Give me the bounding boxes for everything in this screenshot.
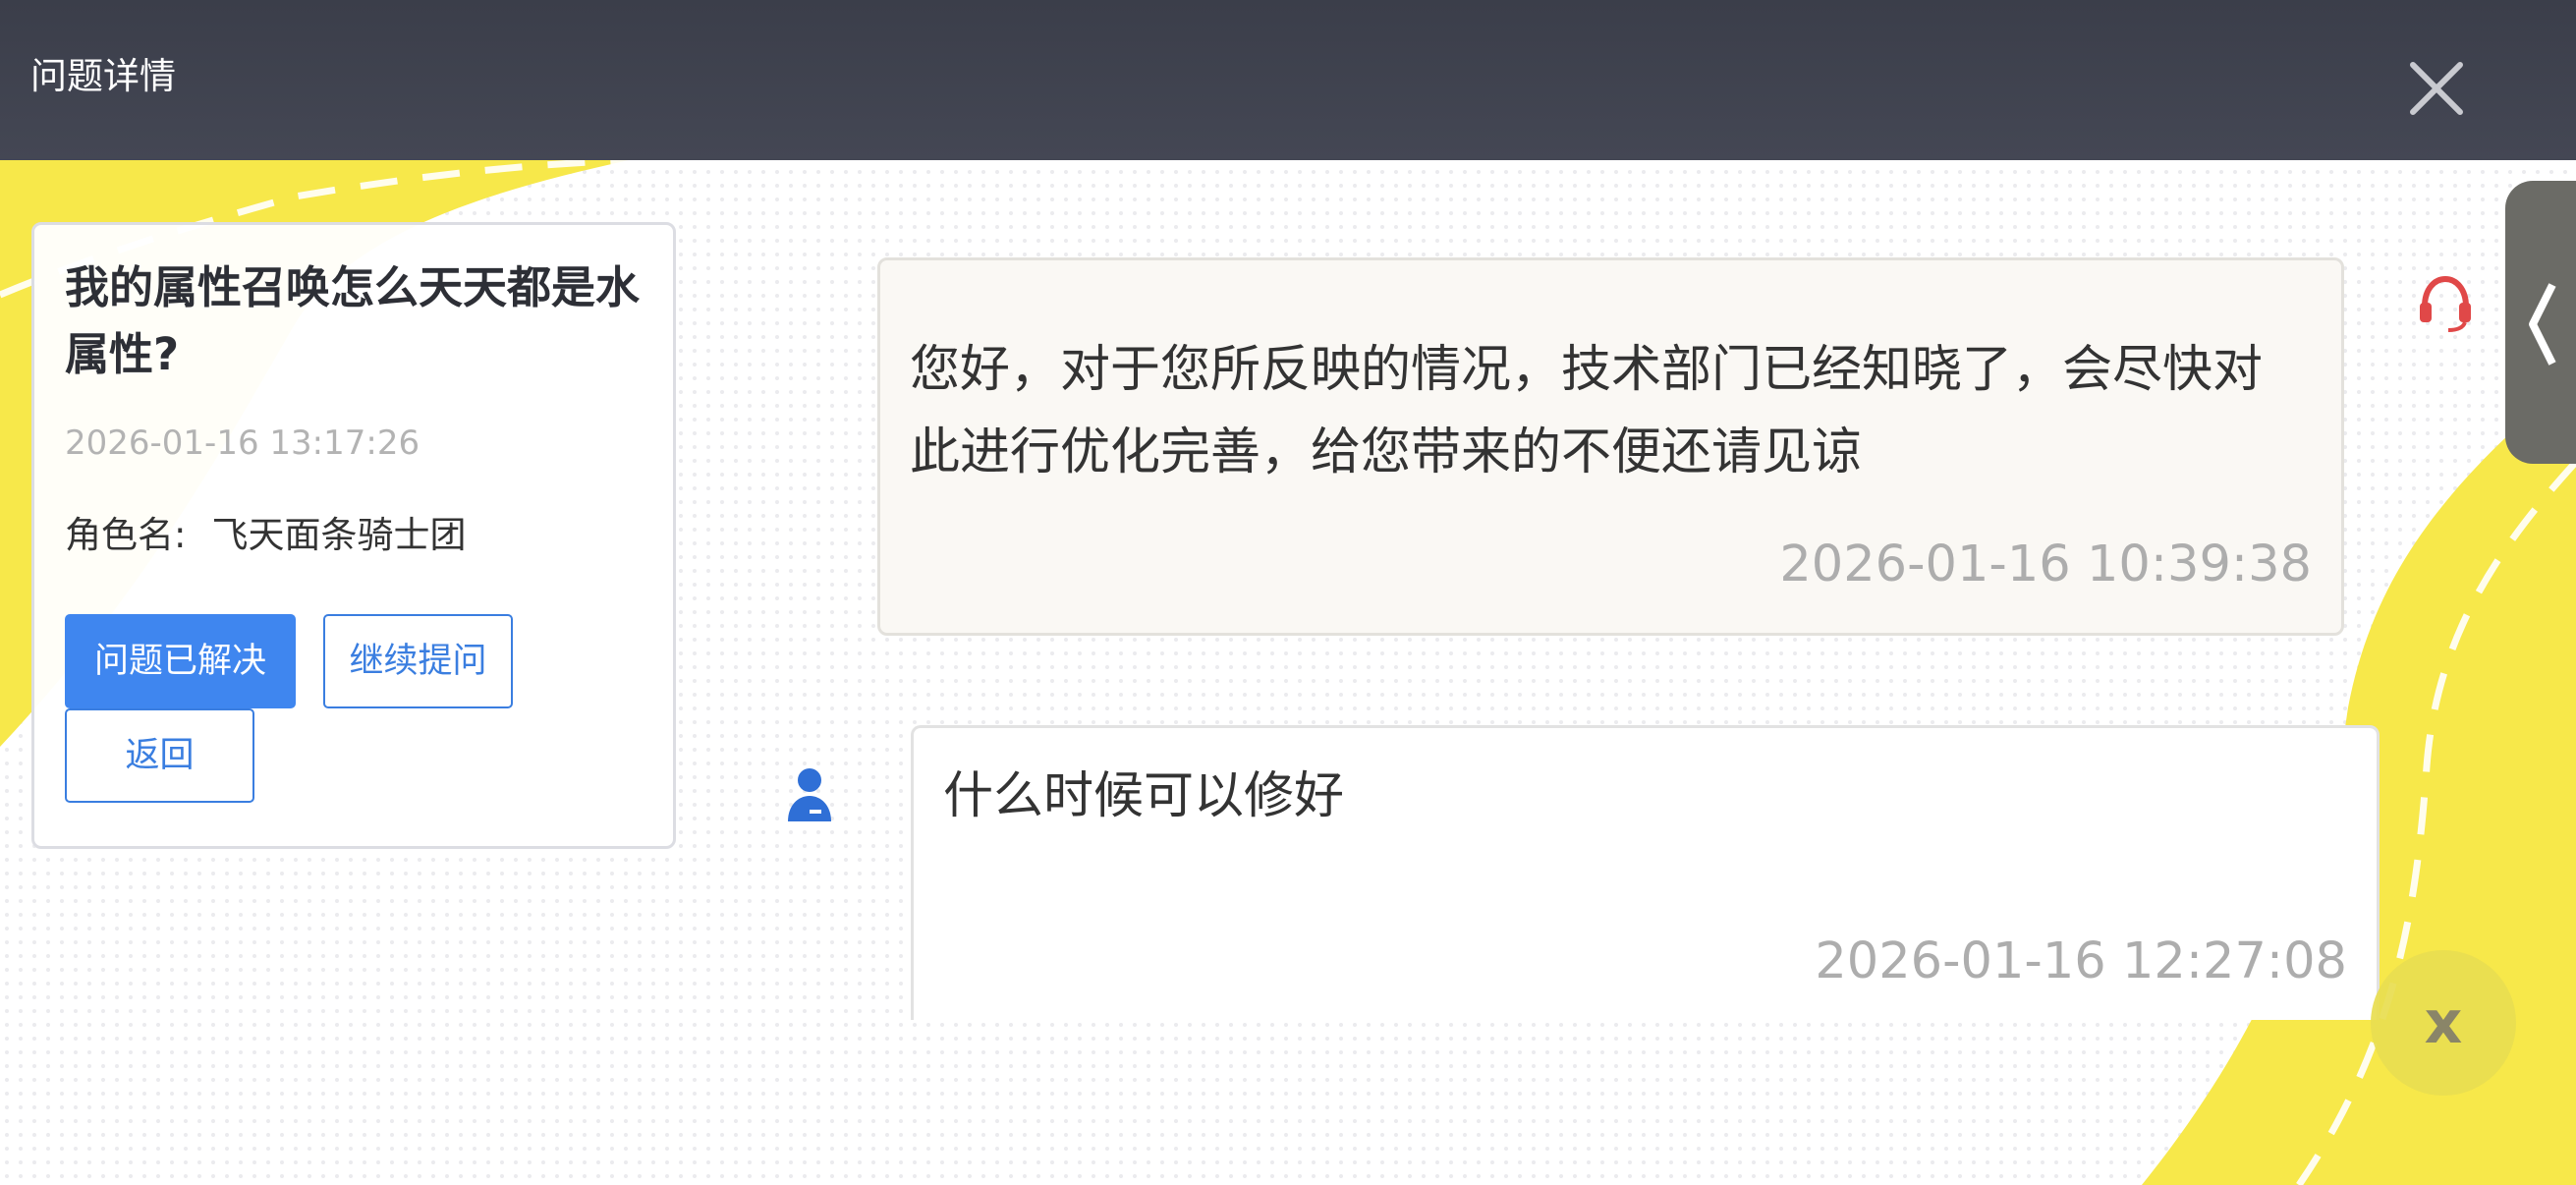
close-icon[interactable]	[2403, 55, 2470, 122]
user-icon	[786, 766, 833, 823]
headset-icon	[2417, 273, 2474, 334]
support-message-text: 您好，对于您所反映的情况，技术部门已经知晓了，会尽快对此进行优化完善，给您带来的…	[910, 341, 2264, 481]
resolved-button[interactable]: 问题已解决	[65, 614, 296, 708]
role-row: 角色名: 飞天面条骑士团	[65, 512, 466, 559]
role-name: 飞天面条骑士团	[211, 514, 467, 556]
user-message-time: 2026-01-16 12:27:08	[1815, 932, 2347, 990]
user-message: 什么时候可以修好 2026-01-16 12:27:08	[911, 725, 2380, 1020]
user-message-text: 什么时候可以修好	[943, 767, 1345, 825]
continue-asking-button[interactable]: 继续提问	[323, 614, 513, 708]
floating-close-button[interactable]: x	[2371, 950, 2516, 1096]
question-timestamp: 2026-01-16 13:17:26	[65, 423, 420, 463]
chevron-left-icon	[2525, 279, 2558, 369]
top-bar: 问题详情	[0, 0, 2576, 160]
question-title: 我的属性召唤怎么天天都是水属性?	[65, 261, 641, 380]
support-message: 您好，对于您所反映的情况，技术部门已经知晓了，会尽快对此进行优化完善，给您带来的…	[877, 257, 2344, 636]
role-label: 角色名:	[65, 514, 187, 556]
page-title: 问题详情	[30, 55, 176, 97]
side-panel-toggle[interactable]	[2505, 181, 2576, 464]
back-button[interactable]: 返回	[65, 708, 254, 803]
support-message-time: 2026-01-16 10:39:38	[1779, 536, 2312, 593]
question-card: 我的属性召唤怎么天天都是水属性? 2026-01-16 13:17:26 角色名…	[31, 222, 676, 849]
